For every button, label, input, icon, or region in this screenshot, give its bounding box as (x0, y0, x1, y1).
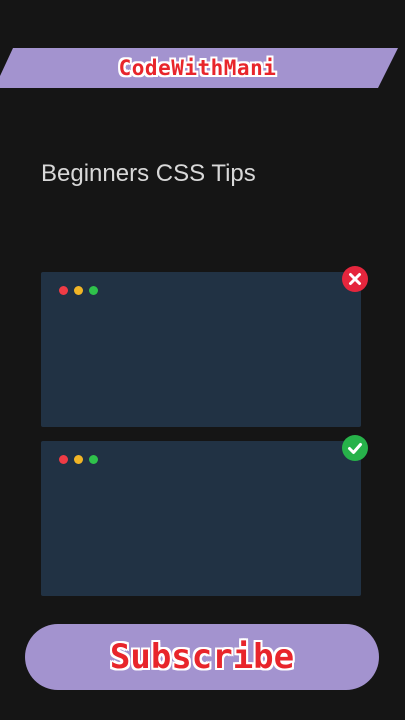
channel-name: CodeWithMani (118, 56, 277, 80)
x-icon (342, 266, 368, 292)
window-close-dot (59, 455, 68, 464)
page-title: Beginners CSS Tips (41, 160, 256, 187)
subscribe-label: Subscribe (109, 637, 295, 677)
window-close-dot (59, 286, 68, 295)
window-maximize-dot (89, 455, 98, 464)
video-frame: CodeWithMani Beginners CSS Tips Subscrib… (0, 0, 405, 720)
window-minimize-dot (74, 455, 83, 464)
code-window-good (41, 441, 361, 596)
window-minimize-dot (74, 286, 83, 295)
check-icon (342, 435, 368, 461)
window-maximize-dot (89, 286, 98, 295)
subscribe-button[interactable]: Subscribe (25, 624, 379, 690)
code-window-bad (41, 272, 361, 427)
channel-banner: CodeWithMani (0, 48, 405, 88)
